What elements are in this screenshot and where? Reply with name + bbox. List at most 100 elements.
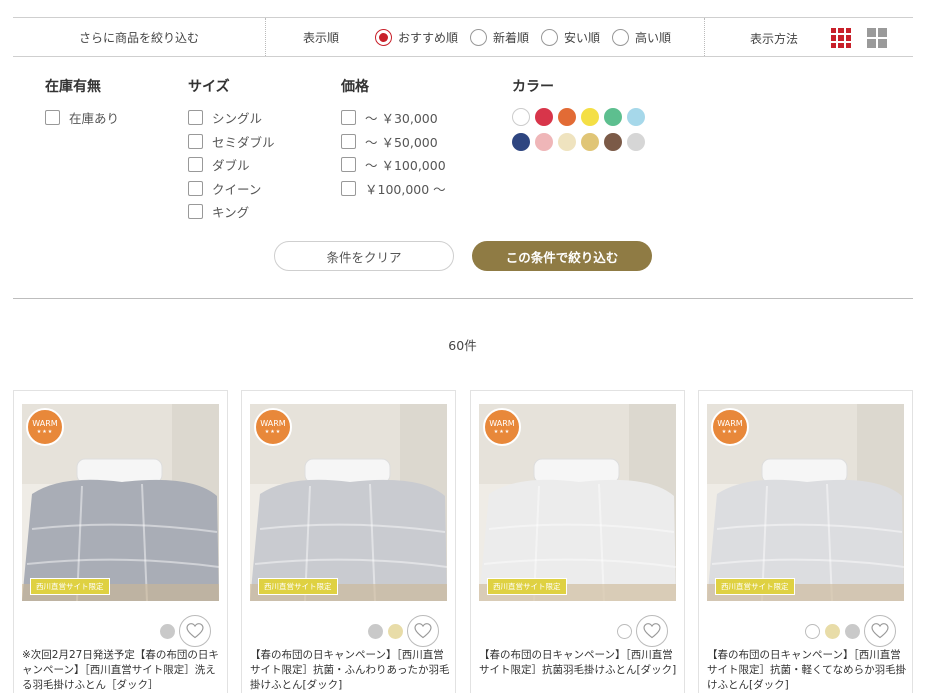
radio-button-icon: [541, 28, 559, 46]
checkbox-icon[interactable]: [341, 133, 356, 149]
sort-option-label: おすすめ順: [398, 30, 459, 45]
favorite-button[interactable]: [636, 615, 668, 647]
favorite-button[interactable]: [179, 615, 211, 647]
color-swatch[interactable]: [604, 108, 622, 126]
filter-checkbox[interactable]: シングル: [188, 106, 275, 130]
filter-checkbox[interactable]: 在庫あり: [45, 106, 119, 130]
sort-option-1[interactable]: 新着順: [470, 28, 530, 46]
site-exclusive-badge: 西川直営サイト限定: [30, 578, 110, 595]
favorite-button[interactable]: [407, 615, 439, 647]
filter-checkbox[interactable]: クイーン: [188, 177, 275, 201]
warm-badge-stars: ★★★: [36, 429, 54, 435]
color-swatch[interactable]: [512, 108, 530, 126]
filter-size: サイズ シングル セミダブル ダブル クイーン キング: [188, 76, 275, 224]
color-swatch[interactable]: [535, 133, 553, 151]
warm-badge: WARM ★★★: [254, 408, 292, 446]
site-exclusive-badge: 西川直営サイト限定: [258, 578, 338, 595]
product-color-dot[interactable]: [160, 624, 175, 639]
product-image[interactable]: WARM ★★★ 西川直営サイト限定: [250, 404, 447, 601]
sort-option-label: 新着順: [493, 30, 530, 45]
refine-filter-toggle[interactable]: さらに商品を絞り込む: [13, 18, 266, 56]
radio-button-icon: [612, 28, 630, 46]
view-mode: 表示方法: [704, 18, 913, 56]
filter-price: 価格 ～ ￥30,000 ～ ￥50,000 ～ ￥100,000 ￥100,000 …: [341, 76, 446, 200]
grid-3-columns-icon[interactable]: [831, 28, 851, 48]
color-swatch[interactable]: [627, 133, 645, 151]
product-color-dot[interactable]: [805, 624, 820, 639]
color-swatch[interactable]: [581, 108, 599, 126]
heart-icon: [414, 623, 432, 639]
checkbox-icon[interactable]: [188, 133, 203, 149]
color-swatch[interactable]: [627, 108, 645, 126]
product-card[interactable]: WARM ★★★ 西川直営サイト限定【春の布団の日キャンペーン】［西川直営サイト限定…: [241, 390, 456, 693]
product-colors: [368, 624, 403, 639]
checkbox-icon[interactable]: [45, 110, 60, 126]
warm-badge-stars: ★★★: [721, 429, 739, 435]
product-card[interactable]: WARM ★★★ 西川直営サイト限定 ※次回2月27日発送予定【春の布団の日キャンペー…: [13, 390, 228, 693]
color-swatch[interactable]: [558, 108, 576, 126]
checkbox-icon[interactable]: [188, 157, 203, 173]
filter-option-label: ～ ￥50,000: [365, 134, 438, 150]
filter-checkbox[interactable]: キング: [188, 200, 275, 224]
product-title[interactable]: 【春の布団の日キャンペーン】［西川直営サイト限定］抗菌・軽くてなめらか羽毛掛けふ…: [707, 648, 907, 693]
product-image[interactable]: WARM ★★★ 西川直営サイト限定: [479, 404, 676, 601]
filter-checkbox[interactable]: ～ ￥50,000: [341, 130, 446, 154]
checkbox-icon[interactable]: [341, 110, 356, 126]
filter-checkbox[interactable]: ダブル: [188, 153, 275, 177]
favorite-button[interactable]: [864, 615, 896, 647]
product-title[interactable]: ※次回2月27日発送予定【春の布団の日キャンペーン】［西川直営サイト限定］洗える…: [22, 648, 222, 693]
product-color-dot[interactable]: [617, 624, 632, 639]
product-color-dot[interactable]: [388, 624, 403, 639]
color-swatch[interactable]: [512, 133, 530, 151]
site-exclusive-badge: 西川直営サイト限定: [487, 578, 567, 595]
filter-stock-title: 在庫有無: [45, 79, 101, 95]
filter-option-label: シングル: [212, 111, 263, 127]
view-mode-label: 表示方法: [750, 32, 799, 46]
filter-option-label: ￥100,000 ～: [365, 181, 446, 197]
warm-badge-label: WARM: [717, 419, 743, 428]
filter-stock: 在庫有無 在庫あり: [45, 76, 119, 130]
product-colors: [617, 624, 632, 639]
color-swatch[interactable]: [604, 133, 622, 151]
warm-badge-stars: ★★★: [493, 429, 511, 435]
filter-checkbox[interactable]: ～ ￥30,000: [341, 106, 446, 130]
checkbox-icon[interactable]: [188, 180, 203, 196]
refine-filter-label: さらに商品を絞り込む: [78, 30, 199, 45]
sort-toolbar: さらに商品を絞り込む 表示順 おすすめ順 新着順 安い順 高い順 表示方法: [13, 17, 913, 57]
filter-price-title: 価格: [341, 79, 369, 95]
result-count: 60件: [448, 338, 477, 353]
warm-badge-stars: ★★★: [264, 429, 282, 435]
sort-option-2[interactable]: 安い順: [541, 28, 600, 46]
color-swatch[interactable]: [558, 133, 576, 151]
product-image[interactable]: WARM ★★★ 西川直営サイト限定: [22, 404, 219, 601]
sort-label: 表示順: [303, 30, 340, 45]
product-title[interactable]: 【春の布団の日キャンペーン】［西川直営サイト限定］抗菌・ふんわりあったか羽毛掛け…: [250, 648, 450, 693]
product-color-dot[interactable]: [825, 624, 840, 639]
filter-checkbox[interactable]: セミダブル: [188, 130, 275, 154]
product-title[interactable]: 【春の布団の日キャンペーン】［西川直営サイト限定］抗菌羽毛掛けふとん[ダック]: [479, 648, 679, 678]
grid-2-columns-icon[interactable]: [867, 28, 887, 48]
filter-checkbox[interactable]: ～ ￥100,000: [341, 153, 446, 177]
checkbox-icon[interactable]: [341, 180, 356, 196]
color-swatch[interactable]: [535, 108, 553, 126]
checkbox-icon[interactable]: [188, 204, 203, 220]
product-image[interactable]: WARM ★★★ 西川直営サイト限定: [707, 404, 904, 601]
filter-option-label: セミダブル: [212, 134, 275, 150]
product-color-dot[interactable]: [368, 624, 383, 639]
color-swatch[interactable]: [581, 133, 599, 151]
warm-badge: WARM ★★★: [711, 408, 749, 446]
checkbox-icon[interactable]: [188, 110, 203, 126]
clear-filters-button[interactable]: 条件をクリア: [274, 241, 454, 271]
warm-badge: WARM ★★★: [483, 408, 521, 446]
product-card[interactable]: WARM ★★★ 西川直営サイト限定【春の布団の日キャンペーン】［西川直営サイト限定…: [470, 390, 685, 693]
checkbox-icon[interactable]: [341, 157, 356, 173]
filter-option-label: キング: [212, 205, 250, 221]
filter-color-title: カラー: [512, 79, 554, 95]
sort-option-3[interactable]: 高い順: [612, 28, 671, 46]
product-card[interactable]: WARM ★★★ 西川直営サイト限定【春の布団の日キャンペーン】［西川直営サイト限定…: [698, 390, 913, 693]
site-exclusive-badge: 西川直営サイト限定: [715, 578, 795, 595]
product-color-dot[interactable]: [845, 624, 860, 639]
apply-filters-button[interactable]: この条件で絞り込む: [472, 241, 652, 271]
sort-option-0[interactable]: おすすめ順: [375, 28, 459, 46]
filter-checkbox[interactable]: ￥100,000 ～: [341, 177, 446, 201]
